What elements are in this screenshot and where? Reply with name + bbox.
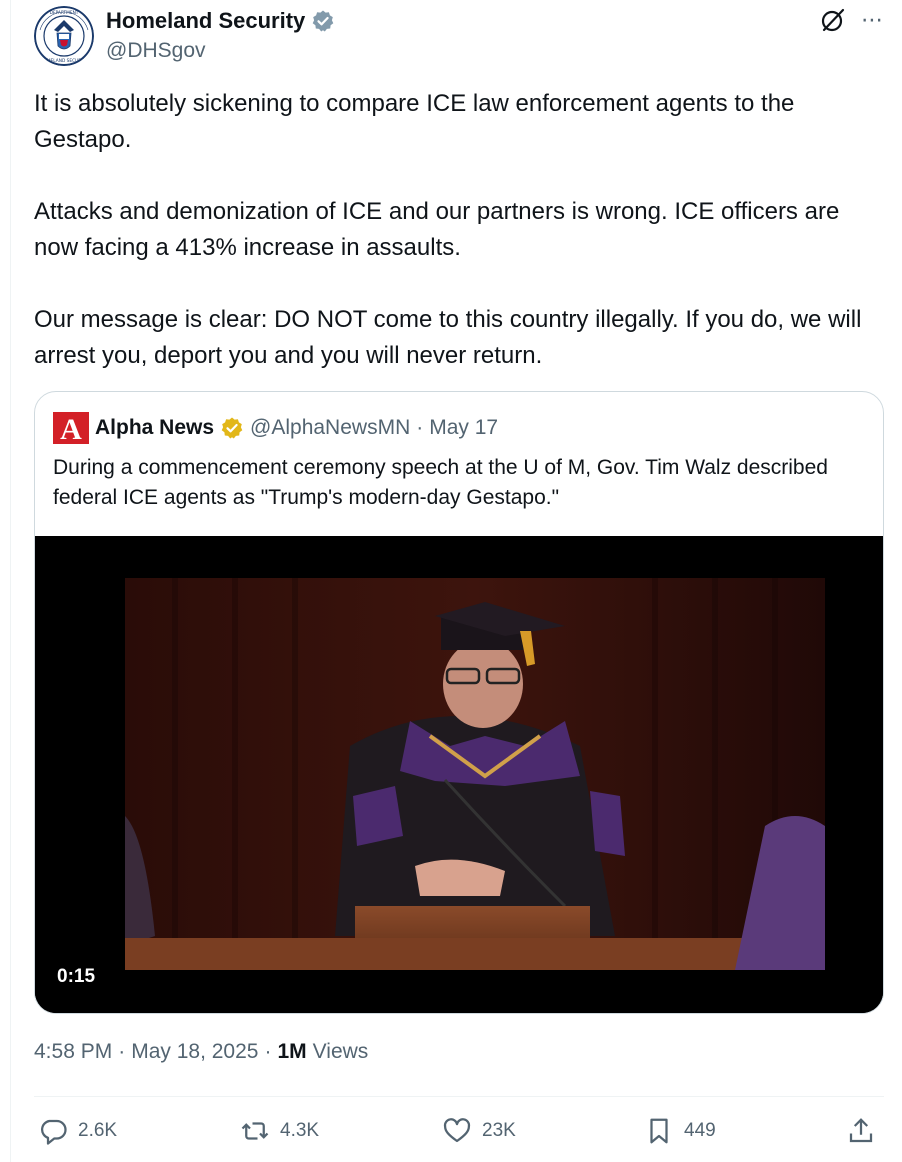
tweet-paragraph: Our message is clear: DO NOT come to thi… — [34, 306, 869, 369]
quoted-author-handle[interactable]: @AlphaNewsMN — [250, 416, 410, 440]
video-frame — [35, 536, 883, 1013]
quoted-tweet-text: During a commencement ceremony speech at… — [53, 456, 828, 509]
bookmark-button[interactable]: 449 — [644, 1116, 716, 1146]
quoted-date[interactable]: May 17 — [429, 416, 498, 440]
svg-text:DEPARTMENT: DEPARTMENT — [50, 10, 79, 16]
tweet-header: DEPARTMENT HOMELAND SECURITY Homeland Se… — [34, 4, 884, 68]
dhs-seal-icon: DEPARTMENT HOMELAND SECURITY — [34, 6, 94, 66]
like-count: 23K — [482, 1120, 516, 1141]
tweet-paragraph: Attacks and demonization of ICE and our … — [34, 198, 846, 261]
tweet-date[interactable]: May 18, 2025 — [131, 1040, 258, 1064]
repost-icon — [241, 1122, 269, 1140]
svg-text:HOMELAND SECURITY: HOMELAND SECURITY — [40, 58, 88, 64]
more-options-icon[interactable]: ⋯ — [861, 9, 884, 31]
separator-dot: · — [416, 416, 424, 439]
alpha-news-logo-icon[interactable]: A — [53, 412, 89, 444]
divider — [34, 1096, 884, 1097]
tweet-metadata: 4:58 PM · May 18, 2025 · 1M Views — [34, 1040, 368, 1064]
video-player[interactable]: 0:15 — [35, 536, 883, 1013]
share-button[interactable] — [846, 1116, 876, 1146]
reply-icon — [41, 1119, 67, 1145]
quoted-author-name[interactable]: Alpha News — [95, 416, 214, 440]
author-name-row: Homeland Security — [106, 8, 335, 34]
tweet-time[interactable]: 4:58 PM — [34, 1040, 112, 1064]
views-count: 1M — [277, 1040, 307, 1063]
avatar[interactable]: DEPARTMENT HOMELAND SECURITY — [34, 6, 94, 66]
bookmark-count: 449 — [684, 1120, 716, 1141]
views-label: Views — [312, 1040, 369, 1063]
video-duration: 0:15 — [57, 966, 96, 987]
share-icon — [849, 1118, 873, 1143]
verified-gold-badge-icon[interactable] — [220, 416, 244, 440]
action-bar: 2.6K 4.3K 23K 449 — [34, 1110, 884, 1154]
separator-dot: · — [118, 1040, 126, 1063]
alpha-news-logo-letter: A — [60, 413, 82, 444]
author-handle[interactable]: @DHSgov — [106, 39, 206, 63]
header-actions: ⋯ — [819, 6, 884, 34]
tweet-text: It is absolutely sickening to compare IC… — [34, 86, 884, 374]
heart-icon — [443, 1118, 471, 1143]
verified-badge-icon[interactable] — [311, 9, 335, 33]
bookmark-icon — [650, 1118, 668, 1144]
author-name[interactable]: Homeland Security — [106, 8, 305, 34]
quoted-tweet-header: A Alpha News @AlphaNewsMN · May 17 — [53, 412, 498, 444]
grok-icon[interactable] — [819, 6, 847, 34]
tweet-paragraph: It is absolutely sickening to compare IC… — [34, 90, 802, 153]
repost-button[interactable]: 4.3K — [240, 1116, 319, 1146]
separator-dot: · — [264, 1040, 272, 1063]
quoted-tweet[interactable]: A Alpha News @AlphaNewsMN · May 17 Durin… — [34, 391, 884, 1014]
timeline-border — [10, 0, 11, 1162]
like-button[interactable]: 23K — [442, 1116, 516, 1146]
reply-button[interactable]: 2.6K — [38, 1116, 117, 1146]
reply-count: 2.6K — [78, 1120, 118, 1141]
repost-count: 4.3K — [280, 1120, 320, 1141]
